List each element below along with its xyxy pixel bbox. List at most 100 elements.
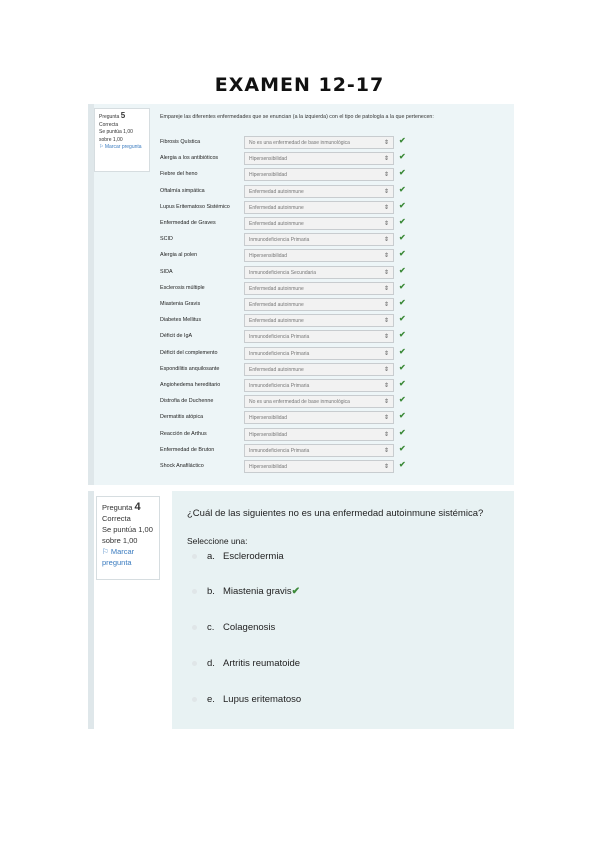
- answer-select[interactable]: Inmunodeficiencia Primaria ⇕: [244, 379, 394, 392]
- match-row: Espondilitis anquilosante Enfermedad auto…: [160, 362, 490, 377]
- answer-select[interactable]: Hipersensibilidad ⇕: [244, 168, 394, 182]
- check-icon: ✔: [399, 395, 406, 405]
- match-row: Esclerosis múltiple Enfermedad autoinmune…: [160, 281, 490, 296]
- answer-select-value: Enfermedad autoinmune: [249, 302, 304, 308]
- option-letter: e.: [207, 694, 215, 705]
- answer-select-value: Enfermedad autoinmune: [249, 221, 304, 227]
- chevron-updown-icon: ⇕: [383, 350, 389, 357]
- chevron-updown-icon: ⇕: [383, 399, 389, 406]
- match-row: Alergia al polen Hipersensibilidad ⇕ ✔: [160, 249, 490, 263]
- check-icon: ✔: [399, 427, 406, 437]
- answer-select[interactable]: Hipersensibilidad ⇕: [244, 152, 394, 166]
- match-row: Lupus Eritematoso Sistémico Enfermedad au…: [160, 200, 490, 215]
- answer-select-value: Hipersensibilidad: [249, 415, 288, 422]
- question-status: Correcta: [102, 514, 131, 523]
- chevron-updown-icon: ⇕: [383, 383, 389, 389]
- radio-button[interactable]: [192, 660, 197, 666]
- check-icon: ✔: [399, 443, 406, 453]
- option-text: Miastenia gravis: [223, 586, 292, 597]
- chevron-updown-icon: ⇕: [383, 140, 389, 146]
- option-letter: c.: [207, 622, 215, 633]
- match-row: SIDA Inmunodeficiencia Secundaria ⇕ ✔: [160, 265, 490, 280]
- answer-select[interactable]: Inmunodeficiencia Primaria ⇕: [244, 346, 394, 360]
- answer-select[interactable]: Hipersensibilidad ⇕: [244, 427, 394, 441]
- option-text: Esclerodermia: [223, 551, 284, 562]
- answer-select[interactable]: No es una enfermedad de base inmunológic…: [244, 136, 394, 149]
- flag-icon: ⚐: [102, 547, 109, 556]
- answer-select[interactable]: Enfermedad autoinmune ⇕: [244, 184, 394, 198]
- radio-button[interactable]: [192, 588, 197, 594]
- match-row: Oftalmía simpática Enfermedad autoinmune ⇕…: [160, 184, 490, 199]
- flag-question-link[interactable]: ⚐ Marcar pregunta: [99, 144, 145, 152]
- answer-select-value: Enfermedad autoinmune: [249, 366, 304, 373]
- flag-question-link[interactable]: ⚐ Marcar pregunta: [102, 546, 154, 568]
- question-4-panel: Pregunta 4 Correcta Se puntúa 1,00 sobre…: [88, 491, 514, 729]
- question-score: Se puntúa 1,00 sobre 1,00: [102, 525, 153, 545]
- check-icon: ✔: [399, 281, 406, 291]
- answer-select[interactable]: Inmunodeficiencia Primaria ⇕: [244, 330, 394, 344]
- chevron-updown-icon: ⇕: [383, 156, 389, 163]
- answer-select[interactable]: Enfermedad autoinmune ⇕: [244, 217, 394, 230]
- check-icon: ✔: [399, 314, 406, 324]
- answer-option[interactable]: c. Colagenosis: [192, 622, 275, 633]
- question-number: 4: [134, 501, 141, 513]
- answer-option[interactable]: e. Lupus eritematoso: [192, 694, 301, 705]
- check-icon: ✔: [399, 217, 406, 226]
- answer-select-value: Inmunodeficiencia Primaria: [249, 334, 310, 341]
- answer-select-value: Hipersensibilidad: [249, 253, 288, 260]
- answer-select-value: No es una enfermedad de base inmunológic…: [249, 140, 350, 146]
- answer-select[interactable]: Enfermedad autoinmune ⇕: [244, 200, 394, 214]
- answer-select-value: Enfermedad autoinmune: [249, 204, 304, 211]
- answer-select[interactable]: Hipersensibilidad ⇕: [244, 460, 394, 473]
- answer-select-value: Inmunodeficiencia Primaria: [249, 447, 310, 454]
- match-row: Enfermedad de Graves Enfermedad autoinmun…: [160, 217, 490, 231]
- match-row: Shock Anafiláctico Hipersensibilidad ⇕ ✔: [160, 460, 490, 474]
- question-score: Se puntúa 1,00 sobre 1,00: [99, 129, 133, 143]
- chevron-updown-icon: ⇕: [383, 415, 389, 422]
- flag-icon: ⚐: [99, 144, 104, 150]
- answer-select[interactable]: No es una enfermedad de base inmunológic…: [244, 395, 394, 409]
- option-letter: d.: [207, 658, 215, 669]
- match-term: Dermatitis atópica: [160, 414, 204, 421]
- check-icon: ✔: [399, 362, 406, 372]
- radio-button[interactable]: [192, 553, 197, 559]
- answer-select[interactable]: Hipersensibilidad ⇕: [244, 249, 394, 263]
- answer-select[interactable]: Enfermedad autoinmune ⇕: [244, 298, 394, 311]
- match-row: Déficit de IgA Inmunodeficiencia Primaria…: [160, 330, 490, 344]
- answer-select[interactable]: Enfermedad autoinmune ⇕: [244, 281, 394, 295]
- answer-select[interactable]: Hipersensibilidad ⇕: [244, 411, 394, 425]
- match-term: Fiebre del heno: [160, 171, 198, 178]
- chevron-updown-icon: ⇕: [383, 302, 389, 308]
- match-term: Distrofia de Duchenne: [160, 398, 214, 405]
- answer-select[interactable]: Inmunodeficiencia Secundaria ⇕: [244, 265, 394, 279]
- answer-select-value: Hipersensibilidad: [249, 464, 288, 470]
- question-5-panel: Pregunta 5 Correcta Se puntúa 1,00 sobre…: [88, 104, 514, 485]
- check-icon: ✔: [399, 411, 406, 421]
- match-row: Distrofia de Duchenne No es una enfermeda…: [160, 395, 490, 409]
- answer-option[interactable]: b. Miastenia gravis✔: [192, 586, 300, 597]
- chevron-updown-icon: ⇕: [383, 464, 389, 470]
- match-term: Diabetes Mellitus: [160, 317, 202, 324]
- question-info-box: Pregunta 5 Correcta Se puntúa 1,00 sobre…: [94, 108, 150, 172]
- option-letter: a.: [207, 551, 215, 562]
- radio-button[interactable]: [192, 624, 197, 630]
- answer-option[interactable]: d. Artritis reumatoide: [192, 658, 300, 669]
- answer-select[interactable]: Enfermedad autoinmune ⇕: [244, 362, 394, 376]
- match-term: Lupus Eritematoso Sistémico: [160, 203, 230, 210]
- radio-button[interactable]: [192, 696, 197, 702]
- chevron-updown-icon: ⇕: [383, 334, 389, 341]
- check-icon: ✔: [399, 184, 406, 194]
- answer-select[interactable]: Inmunodeficiencia Primaria ⇕: [244, 233, 394, 247]
- match-term: Déficit de IgA: [160, 333, 193, 340]
- chevron-updown-icon: ⇕: [383, 269, 389, 276]
- answer-select[interactable]: Enfermedad autoinmune ⇕: [244, 314, 394, 328]
- answer-select-value: Enfermedad autoinmune: [249, 318, 304, 325]
- answer-select[interactable]: Inmunodeficiencia Primaria ⇕: [244, 443, 394, 457]
- option-text: Artritis reumatoide: [223, 658, 301, 669]
- question-text: ¿Cuál de las siguientes no es una enferm…: [187, 508, 484, 519]
- check-icon: ✔: [399, 152, 406, 162]
- match-term: Fibrosis Quística: [160, 139, 201, 145]
- answer-select-value: Inmunodeficiencia Primaria: [249, 383, 310, 389]
- chevron-updown-icon: ⇕: [383, 237, 389, 244]
- answer-option[interactable]: a. Esclerodermia: [192, 551, 284, 562]
